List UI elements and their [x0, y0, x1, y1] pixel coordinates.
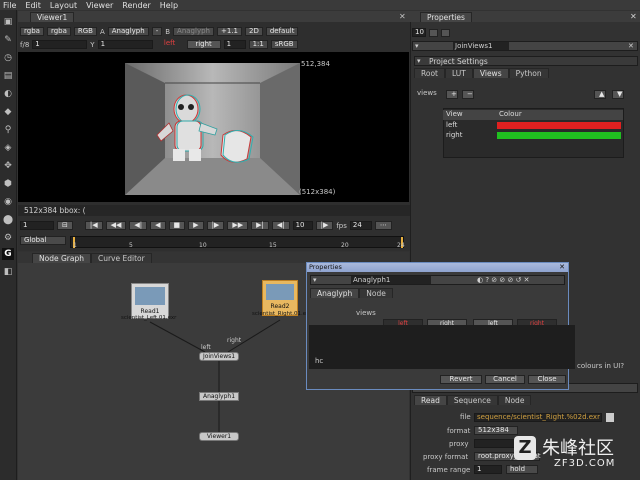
anaglyph-node[interactable]: Anaglyph1 — [199, 392, 239, 401]
project-settings-title: Project Settings — [429, 57, 488, 66]
read2-title: Read2 — [270, 303, 290, 310]
anaglyph-properties-dialog: Properties ✕ ▾ Anaglyph1 ◐ ? ⊘ ⊘ ⊘ ↺ ✕ A… — [306, 262, 575, 390]
view-colour-right[interactable] — [497, 132, 621, 139]
file-browse-icon[interactable] — [606, 413, 614, 422]
frame-range-label: frame range — [427, 466, 471, 474]
tab-views[interactable]: Views — [472, 68, 509, 78]
collapse-icon[interactable]: ▾ — [313, 276, 317, 284]
proxy-label: proxy — [449, 440, 469, 448]
dialog-title: Properties — [309, 263, 342, 271]
dialog-title-bar[interactable]: Properties ✕ — [307, 263, 568, 272]
dialog-dark-area: hc — [309, 325, 575, 369]
tab-node[interactable]: Node — [497, 395, 532, 405]
viewer-node[interactable]: Viewer1 — [199, 432, 239, 441]
tab-read[interactable]: Read — [414, 395, 447, 405]
edge-left-label: left — [201, 344, 211, 351]
read2-filename: scientist_Right.01.exr — [252, 311, 312, 317]
lock-icon[interactable] — [429, 28, 438, 37]
close-icon[interactable]: ✕ — [559, 263, 565, 272]
revert-button[interactable]: Revert — [440, 375, 482, 384]
node-tools-icons[interactable]: ◐ ? ⊘ ⊘ ⊘ ↺ ✕ — [477, 276, 530, 284]
watermark: Z 朱峰社区 ZF3D.COM — [512, 434, 640, 480]
move-down-button[interactable]: ▼ — [612, 90, 624, 99]
partial-label: hc — [315, 357, 324, 365]
close-button[interactable]: Close — [528, 375, 566, 384]
table-row[interactable]: right — [443, 131, 623, 141]
dialog-tabs: Anaglyph Node — [310, 288, 393, 298]
tab-node[interactable]: Node — [359, 288, 393, 298]
move-up-button[interactable]: ▲ — [594, 90, 606, 99]
tab-sequence[interactable]: Sequence — [446, 395, 498, 405]
column-colour-header: Colour — [499, 110, 522, 118]
format-label: format — [447, 427, 471, 435]
colours-in-ui-label: colours in UI? — [577, 362, 625, 370]
read1-filename: scientist_Left.01.exr — [121, 315, 177, 321]
tab-anaglyph[interactable]: Anaglyph — [310, 288, 360, 298]
dialog-views-label: views — [356, 309, 376, 317]
joinviews-node[interactable]: JoinViews1 — [199, 352, 239, 361]
clear-icon[interactable] — [441, 28, 450, 37]
tab-root[interactable]: Root — [414, 68, 445, 78]
table-row[interactable]: left — [443, 121, 623, 131]
edge-right-label: right — [227, 337, 242, 344]
watermark-brand: 朱峰社区 — [542, 438, 614, 459]
anaglyph-name-field[interactable]: Anaglyph1 — [351, 276, 431, 284]
close-icon[interactable]: ✕ — [628, 42, 634, 50]
collapse-icon[interactable]: ▾ — [415, 42, 419, 50]
properties-toolbar: 10 — [412, 27, 638, 38]
joinviews-section-header[interactable]: ▾ JoinViews1 ✕ — [412, 41, 638, 51]
cancel-button[interactable]: Cancel — [485, 375, 525, 384]
frame-range-field[interactable]: 1 — [474, 465, 502, 474]
add-view-button[interactable]: + — [446, 90, 458, 99]
read-tabs: Read Sequence Node — [414, 395, 638, 407]
tab-lut[interactable]: LUT — [445, 68, 473, 78]
properties-tabbar: Properties — [410, 11, 640, 22]
project-settings-header[interactable]: ▾ Project Settings — [414, 56, 638, 66]
read2-thumbnail — [266, 284, 294, 300]
views-table-header: View Colour — [443, 110, 623, 120]
tab-properties[interactable]: Properties — [420, 12, 472, 22]
collapse-icon[interactable]: ▾ — [417, 57, 421, 65]
anaglyph-section-header[interactable]: ▾ Anaglyph1 ◐ ? ⊘ ⊘ ⊘ ↺ ✕ — [310, 275, 565, 285]
view-name-right: right — [446, 131, 463, 139]
proxy-format-label: proxy format — [423, 453, 469, 461]
tab-python[interactable]: Python — [508, 68, 549, 78]
file-path-field[interactable]: sequence/scientist_Right.%02d.exr — [474, 413, 602, 422]
close-icon[interactable]: ✕ — [630, 12, 637, 21]
file-label: file — [460, 413, 471, 421]
views-label: views — [417, 89, 437, 97]
joinviews-name-field[interactable]: JoinViews1 — [453, 42, 509, 50]
column-view-header: View — [446, 110, 463, 118]
properties-panel — [410, 11, 640, 480]
remove-view-button[interactable]: − — [462, 90, 474, 99]
project-settings-tabs: Root LUT Views Python — [414, 68, 638, 80]
watermark-logo-icon: Z — [514, 436, 536, 460]
watermark-site: ZF3D.COM — [554, 458, 616, 469]
read1-title: Read1 — [140, 308, 160, 315]
max-panels-field[interactable]: 10 — [412, 28, 426, 37]
view-name-left: left — [446, 121, 458, 129]
view-colour-left[interactable] — [497, 122, 621, 129]
read1-node[interactable]: Read1 — [131, 283, 169, 319]
read1-thumbnail — [135, 287, 165, 305]
